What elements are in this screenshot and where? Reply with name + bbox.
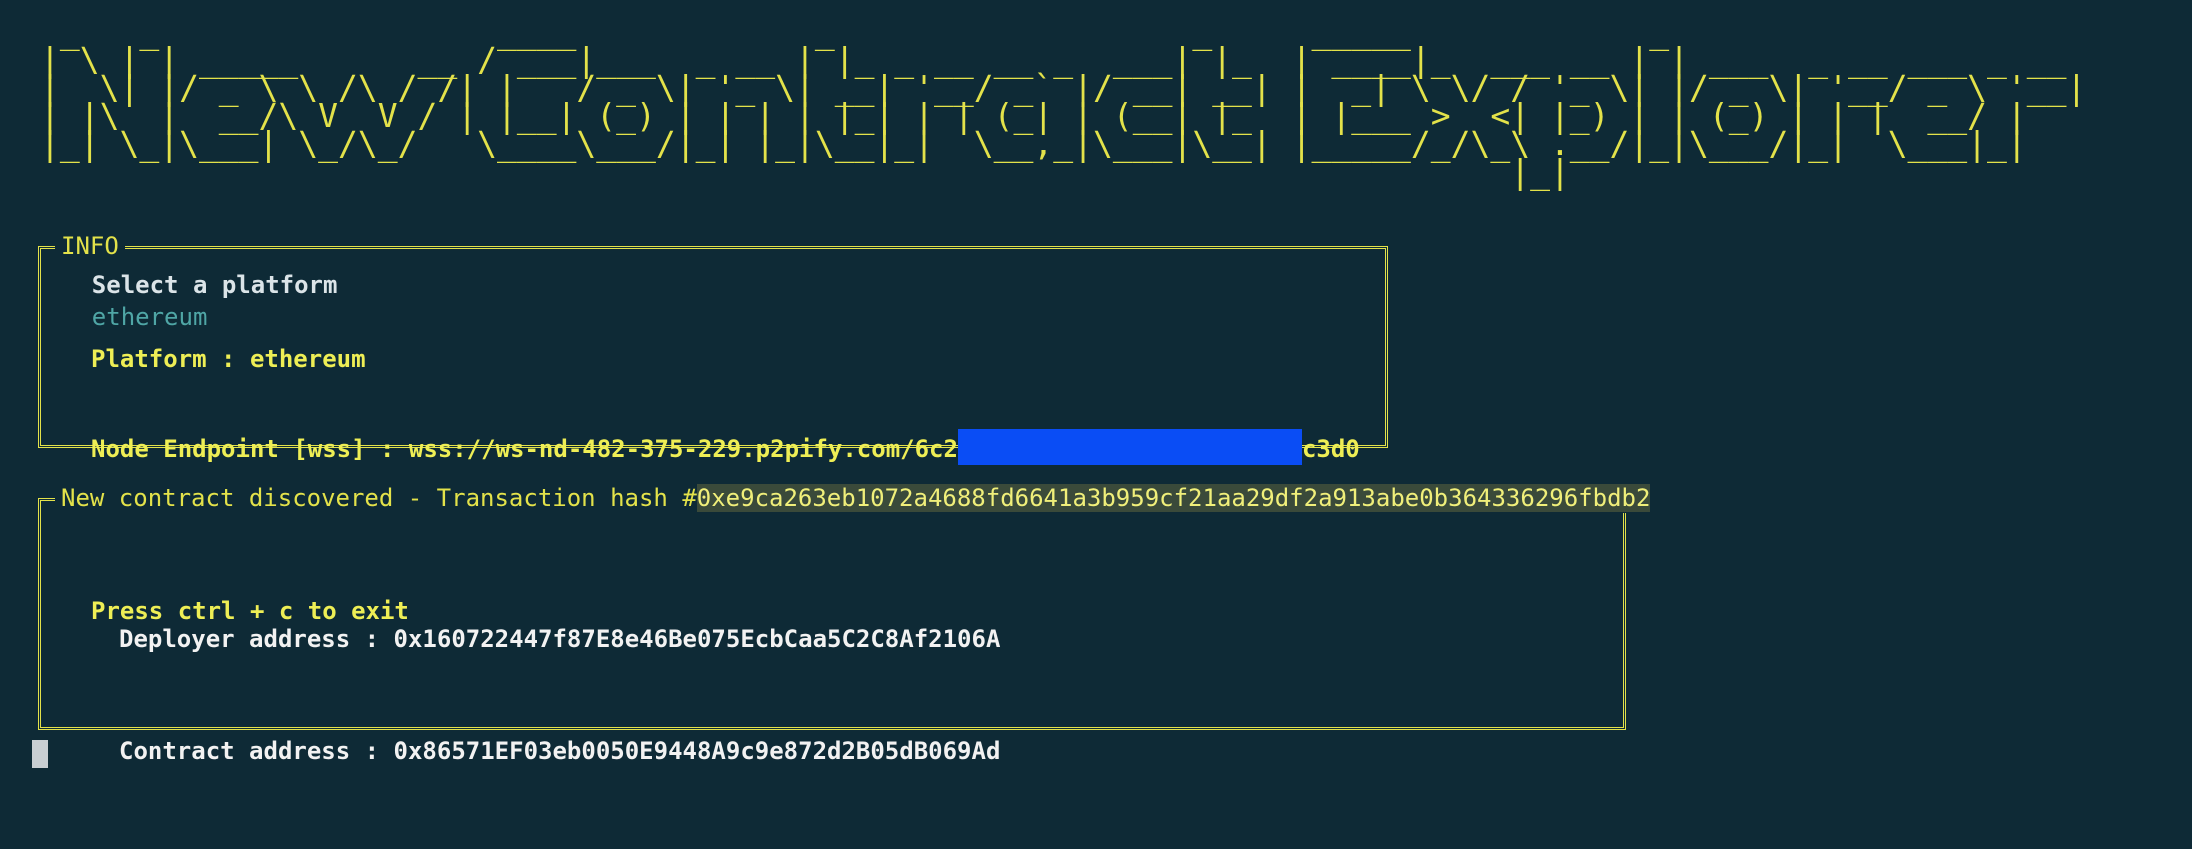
endpoint-prefix: Node Endpoint [wss] : wss://ws-nd-482-37… bbox=[91, 435, 958, 463]
terminal-cursor bbox=[32, 740, 48, 768]
platform-line: Platform : ethereum bbox=[91, 345, 366, 373]
transaction-box: New contract discovered - Transaction ha… bbox=[38, 483, 1657, 765]
contract-address-line[interactable]: Contract address : 0x86571EF03eb0050E944… bbox=[119, 737, 1000, 793]
endpoint-suffix: c3d0 bbox=[1301, 435, 1360, 463]
ascii-banner: _ _ ____ _ _ _____ _ | \ | | _____ __ / … bbox=[40, 12, 2087, 191]
redaction-block bbox=[957, 429, 1302, 465]
transaction-hash[interactable]: 0xe9ca263eb1072a4688fd6641a3b959cf21aa29… bbox=[696, 484, 1651, 512]
info-box-title: INFO bbox=[55, 231, 125, 261]
terminal-window[interactable]: _ _ ____ _ _ _____ _ | \ | | _____ __ / … bbox=[0, 0, 2192, 770]
transaction-title-prefix: New contract discovered - Transaction ha… bbox=[61, 484, 697, 512]
endpoint-line: Node Endpoint [wss] : wss://ws-nd-482-37… bbox=[91, 429, 1360, 465]
transaction-content: Deployer address : 0x160722447f87E8e46Be… bbox=[119, 569, 1000, 849]
transaction-box-title: New contract discovered - Transaction ha… bbox=[55, 483, 1657, 513]
info-box: INFO Platform : ethereum Node Endpoint [… bbox=[38, 231, 1388, 625]
deployer-address-line[interactable]: Deployer address : 0x160722447f87E8e46Be… bbox=[119, 625, 1000, 681]
